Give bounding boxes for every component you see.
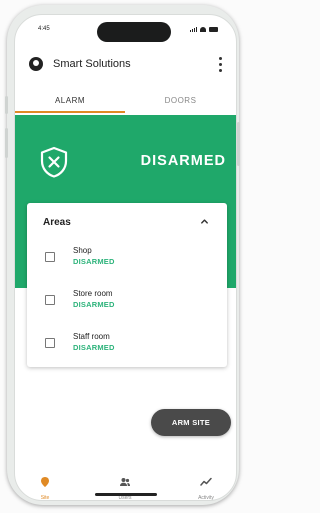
- areas-card: Areas Shop DISARMED Store room DISARMED …: [27, 203, 227, 367]
- nav-users[interactable]: Users: [105, 475, 145, 500]
- home-indicator: [95, 493, 157, 496]
- area-state: DISARMED: [73, 343, 115, 352]
- area-name: Shop: [73, 246, 92, 255]
- tab-doors-label: DOORS: [164, 96, 197, 105]
- nav-site[interactable]: Site: [25, 475, 65, 500]
- more-menu-icon[interactable]: [219, 57, 222, 72]
- tab-alarm[interactable]: ALARM: [15, 93, 125, 117]
- tab-alarm-label: ALARM: [54, 96, 86, 105]
- phone-side-button: [5, 96, 8, 114]
- chevron-up-icon[interactable]: [200, 217, 209, 226]
- alarm-state-text: DISARMED: [140, 153, 226, 169]
- phone-screen: 4:45 Smart Solutions ALARM DOORS DISARME…: [14, 14, 237, 501]
- wifi-icon: [200, 26, 206, 32]
- app-bar: Smart Solutions: [15, 52, 236, 78]
- areas-title: Areas: [43, 217, 71, 228]
- area-state: DISARMED: [73, 257, 115, 266]
- status-time: 4:45: [38, 26, 50, 32]
- active-tab-indicator: [15, 111, 125, 113]
- phone-side-button: [237, 122, 240, 166]
- area-name: Store room: [73, 289, 113, 298]
- bottom-nav: Site Users Activity: [15, 472, 236, 500]
- app-title: Smart Solutions: [53, 58, 131, 70]
- area-name: Staff room: [73, 332, 110, 341]
- status-icons: [190, 26, 218, 32]
- area-row[interactable]: Store room DISARMED: [27, 286, 227, 320]
- tab-doors[interactable]: DOORS: [125, 93, 236, 117]
- status-bar: 4:45: [15, 26, 236, 38]
- battery-icon: [209, 26, 218, 32]
- area-row[interactable]: Staff room DISARMED: [27, 329, 227, 363]
- area-state: DISARMED: [73, 300, 115, 309]
- area-checkbox[interactable]: [45, 338, 55, 348]
- nav-activity[interactable]: Activity: [186, 475, 226, 500]
- users-icon: [120, 478, 130, 486]
- arm-site-button[interactable]: ARM SITE: [151, 409, 231, 436]
- site-icon: [41, 477, 49, 487]
- signal-icon: [190, 26, 197, 32]
- area-row[interactable]: Shop DISARMED: [27, 243, 227, 277]
- phone-side-button: [5, 128, 8, 158]
- activity-icon: [200, 477, 212, 486]
- tab-bar: ALARM DOORS: [15, 93, 236, 117]
- account-icon[interactable]: [29, 57, 43, 71]
- area-checkbox[interactable]: [45, 252, 55, 262]
- shield-x-icon: [40, 146, 68, 178]
- area-checkbox[interactable]: [45, 295, 55, 305]
